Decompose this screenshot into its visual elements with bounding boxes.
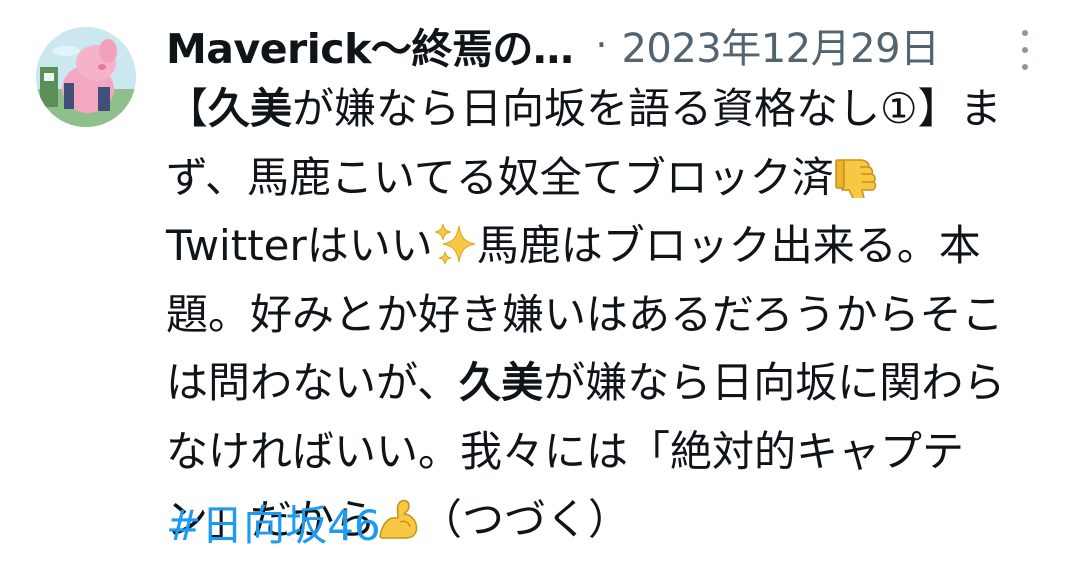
header-separator: · [595, 23, 608, 67]
tweet-text-line: 【久美が嫌なら日向坂を語る資格なし①】ま [166, 75, 1046, 144]
hashtag-link[interactable]: #日向坂46 [166, 492, 381, 560]
text-segment: ず、馬鹿こいてる奴全てブロック済 [166, 152, 834, 202]
avatar[interactable] [36, 27, 136, 127]
tweet-text: 【久美が嫌なら日向坂を語る資格なし①】ま ず、馬鹿こいてる奴全てブロック済 Twit… [166, 75, 1046, 555]
tweet[interactable]: Maverick〜終焉の… · 2023年12月29日 【久美が嫌なら日向坂を語… [0, 0, 1080, 561]
tweet-text-line: は問わないが、久美が嫌なら日向坂に関わら [166, 349, 1046, 418]
sparkles-emoji [434, 223, 476, 265]
tweet-text-line: なければいい。我々には「絶対的キャプテ [166, 418, 1046, 487]
text-segment: Twitterはいい [166, 221, 433, 270]
more-dot [1022, 64, 1028, 70]
bold-text: 久美 [208, 84, 293, 133]
text-segment: が嫌なら日向坂を語る資格なし①】ま [292, 84, 1002, 133]
more-options-icon[interactable] [1013, 26, 1037, 74]
more-dot [1022, 30, 1028, 36]
more-dot [1022, 47, 1028, 53]
text-segment: 馬鹿はブロック出来る。本 [476, 221, 981, 270]
tweet-text-line: 題。好みとか好き嫌いはあるだろうからそこ [166, 281, 1046, 350]
bold-text: 久美 [459, 358, 544, 407]
tweet-text-line: Twitterはいい 馬鹿はブロック出来る。本 [166, 212, 1046, 281]
text-segment: は問わないが、 [166, 358, 460, 407]
flexed-biceps-emoji [379, 499, 418, 539]
tweet-header: Maverick〜終焉の… · 2023年12月29日 [166, 12, 940, 78]
text-segment: が嫌なら日向坂に関わら [543, 358, 1006, 407]
avatar-image [36, 27, 136, 127]
text-segment: なければいい。我々には「絶対的キャプテ [166, 426, 965, 476]
tweet-text-line: ず、馬鹿こいてる奴全てブロック済 [166, 144, 1046, 213]
thumbs-down-emoji [835, 158, 876, 198]
tweet-date[interactable]: 2023年12月29日 [621, 16, 940, 74]
text-segment: （つづく） [420, 495, 631, 544]
text-segment: 題。好みとか好き嫌いはあるだろうからそこ [166, 289, 1004, 339]
author-name[interactable]: Maverick〜終焉の… [166, 15, 574, 75]
text-segment: 【 [166, 84, 209, 133]
